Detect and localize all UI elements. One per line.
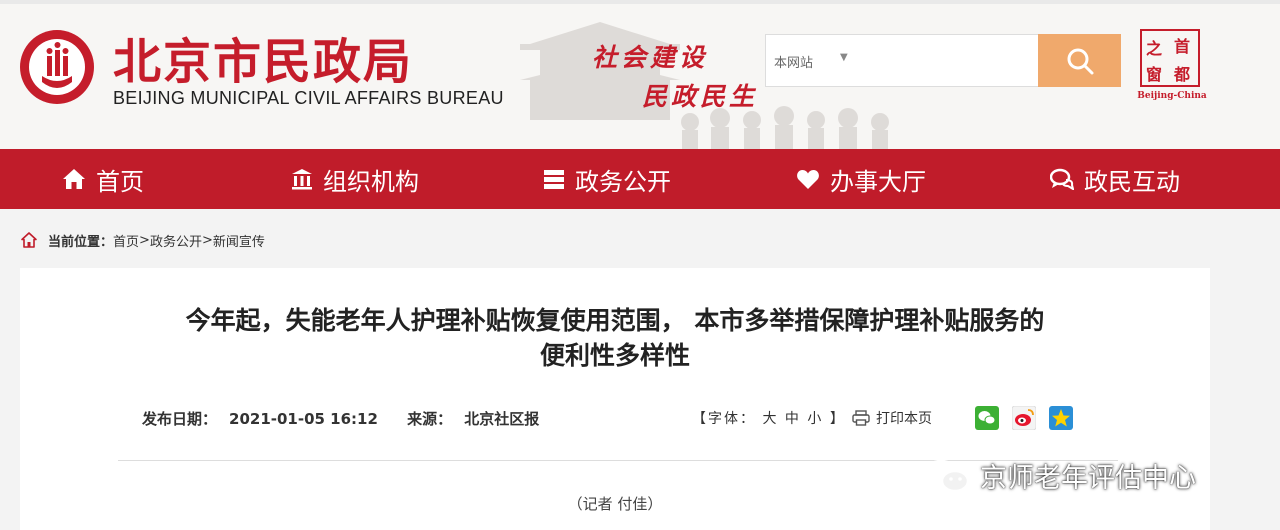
share-wechat-button[interactable] — [975, 406, 999, 430]
nav-label-home: 首页 — [96, 167, 144, 196]
nav-item-government-affairs[interactable]: 政务公开 — [543, 149, 671, 209]
wechat-watermark-icon — [923, 459, 970, 492]
print-button[interactable]: 打印本页 — [852, 408, 932, 428]
breadcrumb-item-government-affairs[interactable]: 政务公开 — [150, 231, 202, 250]
nav-item-home[interactable]: 首页 — [62, 149, 144, 209]
article-title-line-2: 便利性多样性 — [539, 341, 690, 370]
bureau-emblem-logo[interactable] — [20, 30, 94, 104]
breadcrumb-label: 当前位置： — [48, 234, 114, 250]
nav-label-interaction: 政民互动 — [1084, 167, 1180, 196]
publish-date-label: 发布日期： — [142, 410, 218, 428]
breadcrumb: 当前位置： 首页 > 政务公开 > 新闻宣传 — [20, 230, 265, 250]
search-input[interactable] — [856, 43, 1031, 79]
home-icon — [63, 169, 85, 189]
share-qzone-button[interactable] — [1049, 406, 1073, 430]
building-icon — [292, 169, 312, 190]
capital-char-2: 首 — [1174, 37, 1191, 56]
source-value: 北京社区报 — [464, 410, 540, 428]
main-nav: 首页 组织机构 政务公开 办事大厅 政民互动 — [0, 149, 1280, 209]
heart-icon — [797, 170, 819, 189]
nav-item-organization[interactable]: 组织机构 — [291, 149, 419, 209]
publish-date: 2021-01-05 16:12 — [229, 410, 378, 428]
wechat-watermark: 京师老年评估中心 — [922, 456, 1196, 495]
nav-label-government-affairs: 政务公开 — [575, 167, 671, 196]
nav-label-organization: 组织机构 — [323, 167, 419, 196]
capital-char-4: 都 — [1174, 65, 1191, 84]
search-icon — [1067, 48, 1094, 75]
capital-window-logo[interactable]: 之 首 窗 都 Beijing-China — [1136, 29, 1207, 103]
font-size-control: 【字体： 大 中 小 】 — [692, 408, 846, 428]
slogan-line-2: 民政民生 — [642, 82, 759, 111]
search-button[interactable] — [1038, 34, 1121, 87]
breadcrumb-separator: > — [201, 232, 213, 248]
weibo-icon — [1011, 405, 1037, 431]
breadcrumb-separator: > — [139, 232, 150, 248]
capital-char-3: 窗 — [1146, 65, 1163, 84]
nav-item-interaction[interactable]: 政民互动 — [1050, 149, 1180, 209]
search-scope-select[interactable]: 本网站 — [774, 52, 813, 71]
qzone-star-icon — [1049, 406, 1073, 430]
source-label: 来源： — [407, 410, 453, 428]
chevron-down-icon[interactable]: ▼ — [840, 52, 848, 63]
site-subtitle: BEIJING MUNICIPAL CIVIL AFFAIRS BUREAU — [113, 88, 504, 108]
slogan-line-1: 社会建设 — [592, 43, 709, 72]
nav-label-service-hall: 办事大厅 — [830, 167, 926, 196]
site-title[interactable]: 北京市民政局 — [113, 22, 413, 92]
font-size-medium[interactable]: 中 — [785, 411, 801, 427]
article-reporter: （记者 付佳） — [567, 495, 663, 513]
breadcrumb-item-home[interactable]: 首页 — [113, 231, 139, 250]
article-title: 今年起，失能老年人护理补贴恢复使用范围， 本市多举措保障护理补贴服务的 便利性多… — [20, 303, 1210, 373]
font-size-label: 【字体： — [692, 411, 756, 427]
site-header: 北京市民政局 BEIJING MUNICIPAL CIVIL AFFAIRS B… — [0, 4, 1280, 149]
article-meta: 发布日期： 2021-01-05 16:12 来源： 北京社区报 — [142, 408, 563, 429]
nav-item-service-hall[interactable]: 办事大厅 — [796, 149, 926, 209]
breadcrumb-item-news[interactable]: 新闻宣传 — [213, 231, 265, 250]
list-icon — [544, 170, 564, 189]
home-outline-icon — [21, 232, 37, 248]
capital-logo-caption: Beijing-China — [1137, 91, 1207, 101]
printer-icon — [852, 410, 870, 426]
font-size-large[interactable]: 大 — [762, 411, 778, 427]
chat-icon — [1050, 168, 1074, 190]
search-box: 本网站 ▼ — [765, 34, 1038, 87]
font-size-close-bracket: 】 — [829, 411, 846, 427]
print-label: 打印本页 — [876, 411, 932, 427]
font-size-small[interactable]: 小 — [807, 411, 823, 427]
capital-char-1: 之 — [1146, 39, 1163, 58]
wechat-icon — [975, 406, 999, 430]
watermark-text: 京师老年评估中心 — [980, 463, 1196, 494]
article-title-line-1: 今年起，失能老年人护理补贴恢复使用范围， 本市多举措保障护理补贴服务的 — [185, 306, 1045, 335]
share-weibo-button[interactable] — [1011, 405, 1037, 431]
